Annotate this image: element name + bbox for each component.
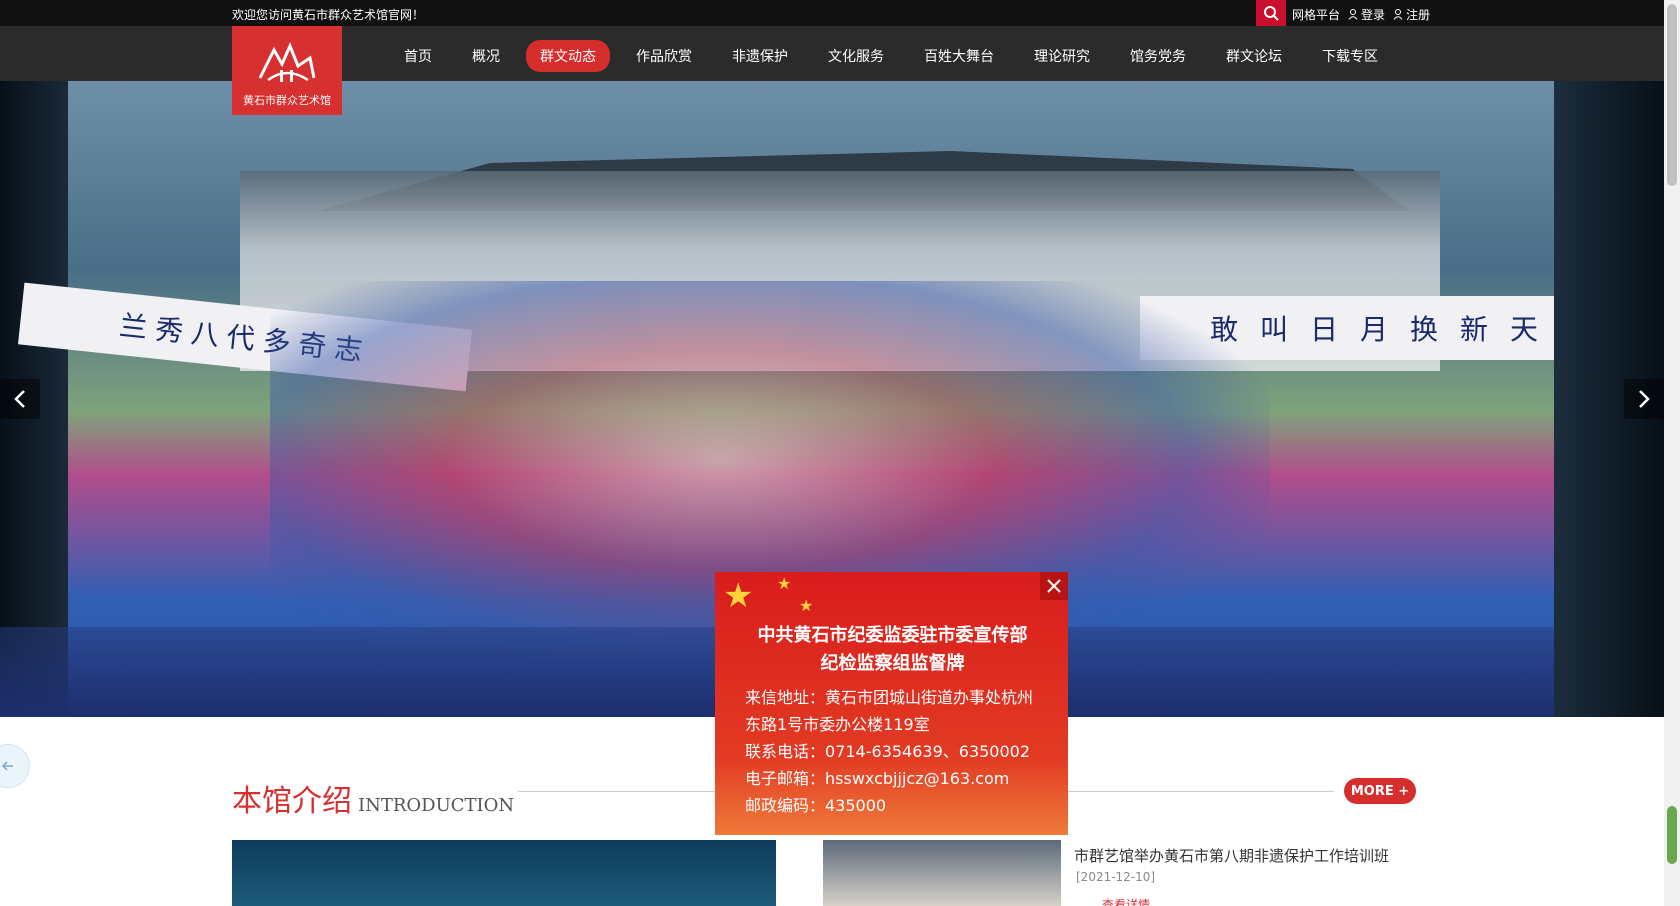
section-title-cn: 本馆介绍 xyxy=(232,784,352,819)
popup-title-line1: 中共黄石市纪委监委驻市委宣传部 xyxy=(757,625,1028,646)
nav-item-6[interactable]: 百姓大舞台 xyxy=(910,40,1008,72)
close-icon xyxy=(1047,579,1061,593)
nav-item-5[interactable]: 文化服务 xyxy=(814,40,898,72)
welcome-text: 欢迎您访问黄石市群众艺术馆官网！ xyxy=(232,8,425,22)
news-thumbnail[interactable] xyxy=(823,840,1061,906)
news-detail-link[interactable]: 查看详情 xyxy=(1102,896,1150,906)
site-logo[interactable]: 黄石市群众艺术馆 xyxy=(232,26,342,115)
star-icon: ★ xyxy=(777,574,792,593)
supervision-popup: ★ ★ ★ 中共黄石市纪委监委驻市委宣传部 纪检监察组监督牌 来信地址：黄石市团… xyxy=(715,572,1068,835)
more-button[interactable]: MORE + xyxy=(1344,778,1416,804)
postcode-value: 435000 xyxy=(825,796,887,815)
user-icon xyxy=(1393,9,1403,20)
phone-label: 联系电话： xyxy=(745,742,826,761)
login-link[interactable]: 登录 xyxy=(1348,6,1385,23)
nav-item-10[interactable]: 下载专区 xyxy=(1308,40,1392,72)
grid-platform-link[interactable]: 网格平台 xyxy=(1292,6,1340,23)
carousel-prev-button[interactable] xyxy=(0,379,40,419)
chevron-right-icon xyxy=(1639,390,1650,408)
news-title[interactable]: 市群艺馆举办黄石市第八期非遗保护工作培训班 xyxy=(1074,845,1389,866)
star-icon: ★ xyxy=(799,596,814,615)
logo-mark-icon xyxy=(258,42,316,82)
top-bar: 欢迎您访问黄石市群众艺术馆官网！ 网格平台 登录 注册 xyxy=(0,0,1664,26)
nav-item-2[interactable]: 群文动态 xyxy=(526,40,610,72)
news-date: [2021-12-10] xyxy=(1076,870,1156,884)
nav-item-9[interactable]: 群文论坛 xyxy=(1212,40,1296,72)
popup-postcode: 邮政编码：435000 xyxy=(745,792,1040,819)
chevron-left-icon xyxy=(14,390,25,408)
postcode-label: 邮政编码： xyxy=(745,796,826,815)
nav-item-7[interactable]: 理论研究 xyxy=(1020,40,1104,72)
carousel-next-button[interactable] xyxy=(1624,379,1664,419)
search-icon xyxy=(1264,6,1279,21)
popup-address: 来信地址：黄石市团城山街道办事处杭州东路1号市委办公楼119室 xyxy=(745,684,1040,738)
user-icon xyxy=(1348,9,1358,20)
chevron-left-icon xyxy=(1,761,13,771)
register-link[interactable]: 注册 xyxy=(1393,6,1430,23)
intro-image[interactable] xyxy=(232,840,776,906)
login-label: 登录 xyxy=(1361,8,1386,22)
popup-close-button[interactable] xyxy=(1040,572,1068,600)
section-title-en: INTRODUCTION xyxy=(358,795,515,816)
phone-value: 0714-6354639、6350002 xyxy=(825,742,1031,761)
nav-item-0[interactable]: 首页 xyxy=(390,40,446,72)
scroll-widget[interactable] xyxy=(1667,806,1677,864)
nav-items: 首页 概况 群文动态 作品欣赏 非遗保护 文化服务 百姓大舞台 理论研究 馆务党务 群文论坛 下载专… xyxy=(390,40,1404,72)
popup-email: 电子邮箱：hsswxcbjjjcz@163.com xyxy=(745,765,1040,792)
popup-title-line2: 纪检监察组监督牌 xyxy=(820,653,965,674)
email-label: 电子邮箱： xyxy=(745,769,826,788)
search-button[interactable] xyxy=(1256,0,1286,26)
logo-text: 黄石市群众艺术馆 xyxy=(243,94,331,107)
nav-item-4[interactable]: 非遗保护 xyxy=(718,40,802,72)
scrollbar-thumb[interactable] xyxy=(1667,4,1677,186)
popup-phone: 联系电话：0714-6354639、6350002 xyxy=(745,738,1040,765)
address-label: 来信地址： xyxy=(745,688,826,707)
nav-item-8[interactable]: 馆务党务 xyxy=(1116,40,1200,72)
popup-title: 中共黄石市纪委监委驻市委宣传部 纪检监察组监督牌 xyxy=(745,622,1040,678)
section-title: 本馆介绍 INTRODUCTION xyxy=(232,776,514,820)
email-value: hsswxcbjjjcz@163.com xyxy=(825,769,1010,788)
register-label: 注册 xyxy=(1406,8,1431,22)
nav-item-1[interactable]: 概况 xyxy=(458,40,514,72)
star-icon: ★ xyxy=(723,576,754,616)
page-scrollbar[interactable] xyxy=(1664,0,1680,906)
side-float-button[interactable] xyxy=(0,744,30,788)
nav-item-3[interactable]: 作品欣赏 xyxy=(622,40,706,72)
top-links: 网格平台 登录 注册 xyxy=(1292,6,1430,23)
